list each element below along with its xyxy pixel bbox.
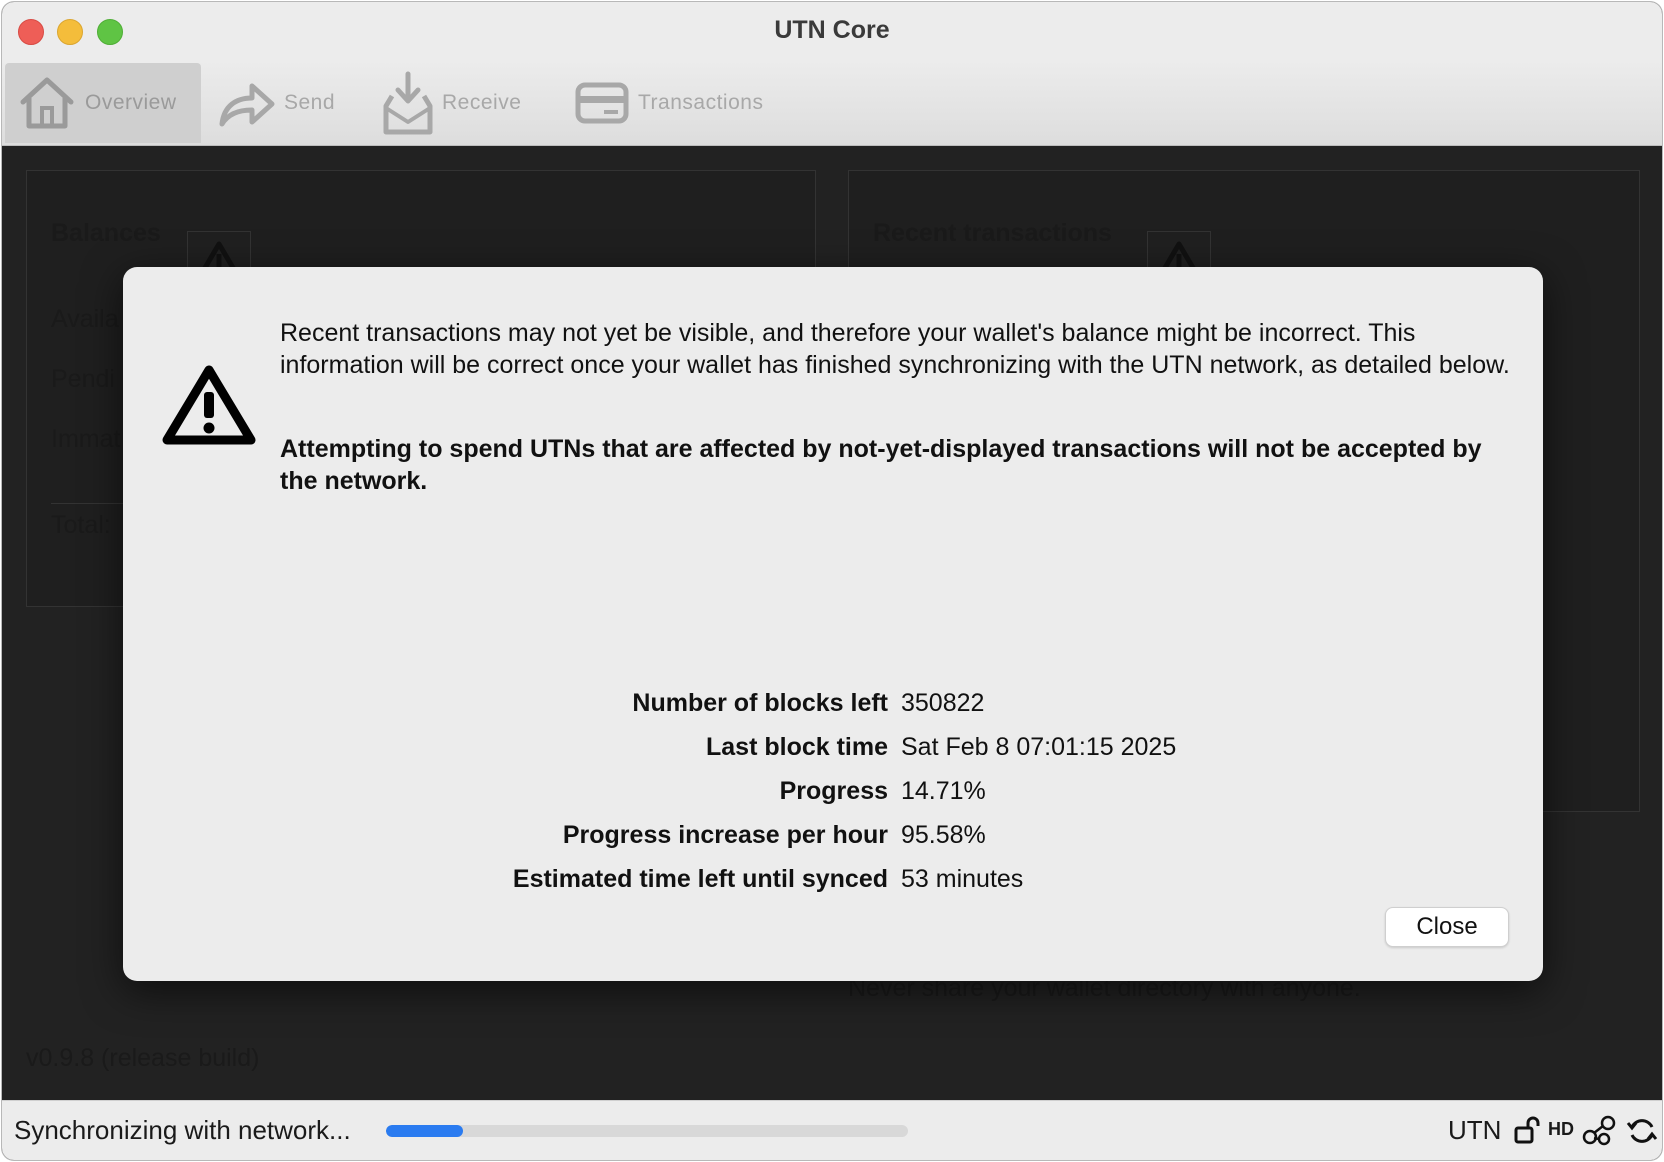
- balances-title: Balances: [51, 219, 161, 247]
- info-value: 350822: [901, 689, 985, 717]
- info-row-time-left: Estimated time left until synced 53 minu…: [123, 865, 1543, 905]
- tab-send[interactable]: Send: [216, 63, 335, 143]
- close-button[interactable]: Close: [1385, 907, 1509, 947]
- version-label: v0.9.8 (release build): [26, 1044, 260, 1072]
- info-label: Progress: [779, 777, 888, 805]
- immature-label: Immat: [51, 425, 121, 453]
- hd-icon: HD: [1548, 1119, 1574, 1139]
- receive-inbox-icon: [383, 71, 433, 135]
- sync-warning-dialog: Recent transactions may not yet be visib…: [123, 267, 1543, 981]
- network-icon[interactable]: [1582, 1115, 1618, 1147]
- tab-receive[interactable]: Receive: [382, 63, 521, 143]
- unlock-icon: [1514, 1116, 1540, 1144]
- home-icon: [20, 77, 74, 129]
- info-value: 14.71%: [901, 777, 986, 805]
- info-row-progress-per-hour: Progress increase per hour 95.58%: [123, 821, 1543, 861]
- unit-label[interactable]: UTN: [1448, 1115, 1501, 1146]
- info-value: 95.58%: [901, 821, 986, 849]
- card-icon: [575, 82, 629, 124]
- info-label: Last block time: [706, 733, 888, 761]
- sync-progress-bar: [386, 1125, 908, 1137]
- tab-receive-label: Receive: [442, 91, 522, 114]
- info-value: 53 minutes: [901, 865, 1024, 893]
- tab-overview[interactable]: Overview: [5, 63, 201, 143]
- tab-transactions-label: Transactions: [638, 91, 764, 114]
- recent-transactions-title: Recent transactions: [873, 219, 1112, 247]
- sync-status-text: Synchronizing with network...: [14, 1115, 351, 1145]
- available-label: Availa: [51, 305, 119, 333]
- window-title: UTN Core: [774, 16, 890, 44]
- tab-transactions[interactable]: Transactions: [574, 63, 763, 143]
- dialog-bold-message: Attempting to spend UTNs that are affect…: [280, 435, 1482, 495]
- status-bar: Synchronizing with network... UTN HD: [2, 1100, 1662, 1160]
- sync-progress-fill: [386, 1125, 463, 1137]
- info-row-progress: Progress 14.71%: [123, 777, 1543, 817]
- info-label: Number of blocks left: [632, 689, 888, 717]
- info-label: Progress increase per hour: [562, 821, 888, 849]
- toolbar: Overview Send Receive Transactions: [2, 60, 1662, 146]
- warning-icon: [162, 365, 256, 445]
- tab-overview-label: Overview: [85, 91, 177, 114]
- info-label: Estimated time left until synced: [512, 865, 888, 893]
- pending-label: Pendi: [51, 365, 115, 393]
- app-window: UTN Core Overview Send Receive Transacti…: [2, 2, 1662, 1160]
- send-arrow-icon: [219, 83, 275, 127]
- info-value: Sat Feb 8 07:01:15 2025: [901, 733, 1177, 761]
- title-bar: UTN Core: [2, 2, 1662, 61]
- tab-send-label: Send: [284, 91, 336, 114]
- info-row-last-block-time: Last block time Sat Feb 8 07:01:15 2025: [123, 733, 1543, 773]
- info-row-blocks-left: Number of blocks left 350822: [123, 689, 1543, 729]
- sync-icon: [1626, 1119, 1658, 1143]
- total-label: Total:: [51, 511, 111, 539]
- dialog-message: Recent transactions may not yet be visib…: [280, 319, 1510, 379]
